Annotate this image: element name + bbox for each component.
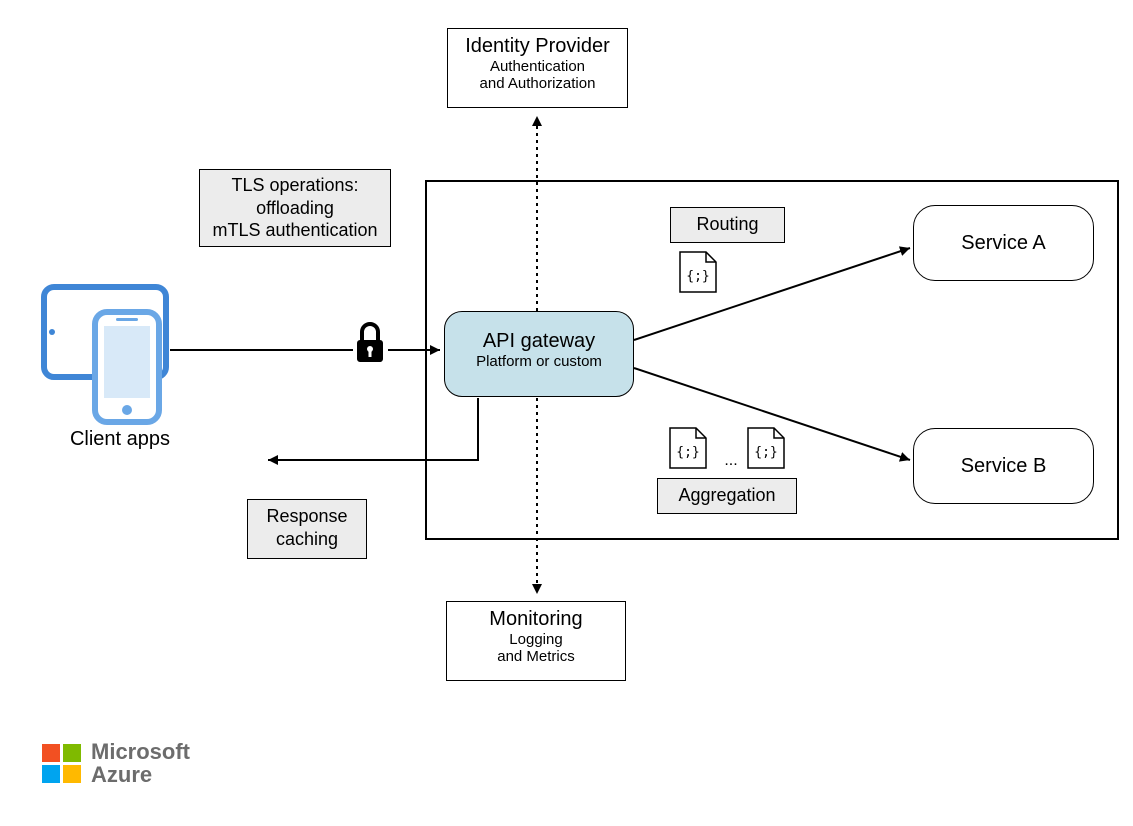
- monitoring-box: Monitoring Logging and Metrics: [446, 601, 626, 681]
- aggregation-box: Aggregation: [657, 478, 797, 514]
- aggregation-ellipsis: ...: [716, 452, 746, 470]
- api-gateway-title: API gateway: [445, 330, 633, 353]
- aggregation-label: Aggregation: [678, 485, 775, 505]
- monitoring-sub1: Logging: [447, 631, 625, 648]
- service-a-box: Service A: [913, 205, 1094, 281]
- api-gateway-box: API gateway Platform or custom: [444, 311, 634, 397]
- brand-line2: Azure: [91, 763, 190, 786]
- tls-line1: TLS operations:: [210, 174, 380, 197]
- response-line1: Response: [258, 505, 356, 528]
- diagram-canvas: Identity Provider Authentication and Aut…: [0, 0, 1133, 826]
- routing-box: Routing: [670, 207, 785, 243]
- service-b-label: Service B: [961, 455, 1047, 478]
- microsoft-azure-logo: Microsoft Azure: [42, 740, 190, 786]
- monitoring-title: Monitoring: [447, 608, 625, 631]
- tls-operations-box: TLS operations: offloading mTLS authenti…: [199, 169, 391, 247]
- identity-provider-sub1: Authentication: [448, 58, 627, 75]
- identity-provider-title: Identity Provider: [448, 35, 627, 58]
- phone-icon: [95, 312, 159, 422]
- tls-line3: mTLS authentication: [210, 219, 380, 242]
- response-caching-box: Response caching: [247, 499, 367, 559]
- tls-line2: offloading: [210, 197, 380, 220]
- microsoft-logo-icon: [42, 744, 81, 783]
- monitoring-sub2: and Metrics: [447, 648, 625, 665]
- routing-label: Routing: [696, 214, 758, 234]
- identity-provider-sub2: and Authorization: [448, 75, 627, 92]
- brand-line1: Microsoft: [91, 740, 190, 763]
- client-apps-label: Client apps: [60, 428, 180, 451]
- api-gateway-sub: Platform or custom: [445, 353, 633, 370]
- service-a-label: Service A: [961, 232, 1045, 255]
- response-line2: caching: [258, 528, 356, 551]
- tablet-icon: [44, 287, 166, 377]
- identity-provider-box: Identity Provider Authentication and Aut…: [447, 28, 628, 108]
- lock-icon: [357, 324, 383, 362]
- service-b-box: Service B: [913, 428, 1094, 504]
